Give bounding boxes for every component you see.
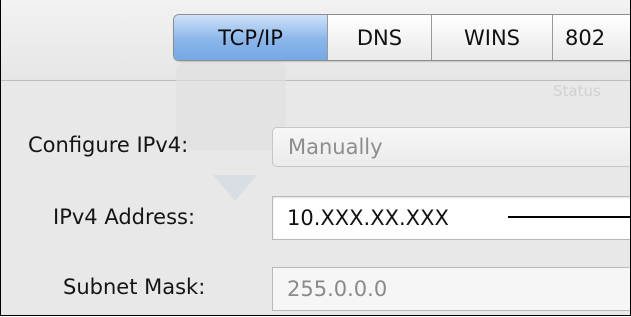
ipv4-address-field[interactable]: 10.XXX.XX.XXX	[272, 196, 630, 240]
background-network-icon	[176, 60, 286, 150]
configure-ipv4-label: Configure IPv4:	[28, 133, 189, 157]
tab-tcp-ip[interactable]: TCP/IP	[174, 15, 328, 60]
configure-ipv4-value: Manually	[288, 135, 383, 159]
ipv4-address-label: IPv4 Address:	[53, 205, 196, 229]
tab-802[interactable]: 802	[553, 15, 630, 60]
subnet-mask-value: 255.0.0.0	[287, 277, 388, 301]
subnet-mask-field[interactable]: 255.0.0.0	[272, 267, 630, 311]
ipv4-address-value: 10.XXX.XX.XXX	[287, 206, 449, 230]
tab-strip: TCP/IP DNS WINS 802	[173, 14, 630, 61]
network-preferences-panel: Status TCP/IP DNS WINS 802 Configure IPv…	[0, 0, 631, 316]
tab-wins[interactable]: WINS	[432, 15, 553, 60]
background-arrow-icon	[213, 175, 257, 201]
subnet-mask-label: Subnet Mask:	[63, 275, 206, 299]
callout-line	[508, 216, 630, 218]
background-status-label: Status	[553, 82, 601, 100]
tab-dns[interactable]: DNS	[328, 15, 432, 60]
configure-ipv4-popup[interactable]: Manually	[272, 127, 630, 167]
